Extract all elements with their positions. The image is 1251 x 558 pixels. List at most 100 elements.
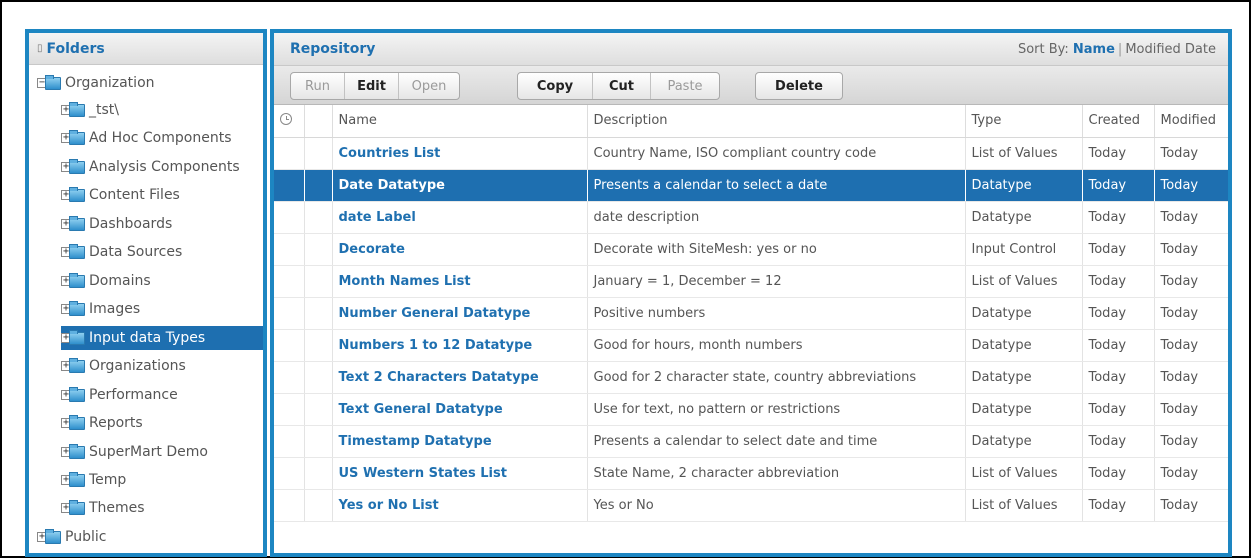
table-row[interactable]: Text General Datatype Use for text, no pa… [274, 393, 1228, 426]
icon-cell [304, 233, 333, 266]
modified-cell: Today [1154, 457, 1228, 490]
delete-group: Delete [755, 72, 843, 100]
sort-by-control: Sort By: Name | Modified Date [1018, 42, 1216, 57]
folder-node[interactable]: − Organization [37, 71, 155, 95]
name-cell[interactable]: Timestamp Datatype [332, 425, 588, 458]
table-row[interactable]: Yes or No List Yes or No List of Values Tod… [274, 489, 1228, 522]
folder-icon: + [61, 186, 85, 203]
modified-cell: Today [1154, 201, 1228, 234]
table-row[interactable]: US Western States List State Name, 2 char… [274, 457, 1228, 490]
table-row[interactable]: date Label date description Datatype Today T… [274, 201, 1228, 234]
name-cell[interactable]: Text General Datatype [332, 393, 588, 426]
panel-pin-icon[interactable]: ▯ [37, 43, 43, 54]
name-cell[interactable]: Month Names List [332, 265, 588, 298]
delete-button[interactable]: Delete [756, 73, 842, 99]
folder-node[interactable]: + Domains [61, 269, 151, 293]
folder-node[interactable]: + Input data Types [61, 326, 263, 350]
name-cell[interactable]: US Western States List [332, 457, 588, 490]
name-cell[interactable]: date Label [332, 201, 588, 234]
modified-cell: Today [1154, 425, 1228, 458]
cut-button[interactable]: Cut [593, 73, 651, 99]
modified-column-header[interactable]: Modified [1154, 105, 1228, 138]
repository-panel: Repository Sort By: Name | Modified Date R… [270, 29, 1232, 557]
folder-node[interactable]: + Public [37, 525, 106, 549]
repository-toolbar: Run Edit Open Copy Cut Paste Delete [274, 65, 1228, 105]
table-row[interactable]: Date Datatype Presents a calendar to sele… [274, 169, 1228, 202]
name-cell[interactable]: Decorate [332, 233, 588, 266]
folder-node[interactable]: + Organizations [61, 354, 186, 378]
table-row[interactable]: Text 2 Characters Datatype Good for 2 cha… [274, 361, 1228, 394]
folder-icon: + [61, 386, 85, 403]
schedule-cell [274, 457, 305, 490]
icon-cell [304, 489, 333, 522]
folder-node[interactable]: + Temp [61, 468, 126, 492]
description-cell: Decorate with SiteMesh: yes or no [587, 233, 966, 266]
name-cell[interactable]: Date Datatype [332, 169, 588, 202]
icon-cell [304, 361, 333, 394]
folder-node[interactable]: + Images [61, 297, 140, 321]
table-row[interactable]: Month Names List January = 1, December = … [274, 265, 1228, 298]
table-row[interactable]: Number General Datatype Positive numbers D… [274, 297, 1228, 330]
folder-label: Analysis Components [89, 159, 240, 175]
name-cell[interactable]: Countries List [332, 137, 588, 170]
folder-node[interactable]: + Analysis Components [61, 155, 240, 179]
folder-node[interactable]: + SuperMart Demo [61, 440, 208, 464]
folder-label: Images [89, 301, 141, 317]
schedule-cell [274, 265, 305, 298]
table-row[interactable]: Numbers 1 to 12 Datatype Good for hours, … [274, 329, 1228, 362]
folder-node[interactable]: + Reports [61, 411, 143, 435]
type-cell: Datatype [965, 393, 1083, 426]
schedule-cell [274, 329, 305, 362]
description-cell: January = 1, December = 12 [587, 265, 966, 298]
folder-node[interactable]: + _tst\ [61, 98, 119, 122]
run-button[interactable]: Run [291, 73, 345, 99]
description-cell: Presents a calendar to select date and t… [587, 425, 966, 458]
sort-by-name[interactable]: Name [1073, 42, 1115, 57]
description-cell: Good for 2 character state, country abbr… [587, 361, 966, 394]
created-cell: Today [1082, 361, 1155, 394]
folder-node[interactable]: + Dashboards [61, 212, 172, 236]
name-cell[interactable]: Yes or No List [332, 489, 588, 522]
folder-node[interactable]: + Content Files [61, 183, 180, 207]
table-row[interactable]: Countries List Country Name, ISO complian… [274, 137, 1228, 170]
name-cell[interactable]: Numbers 1 to 12 Datatype [332, 329, 588, 362]
created-cell: Today [1082, 393, 1155, 426]
open-button[interactable]: Open [399, 73, 459, 99]
folder-icon: + [37, 528, 61, 545]
description-column-header[interactable]: Description [587, 105, 966, 138]
type-cell: Input Control [965, 233, 1083, 266]
schedule-column-header[interactable] [274, 105, 305, 138]
folder-node[interactable]: + Data Sources [61, 240, 182, 264]
name-cell[interactable]: Number General Datatype [332, 297, 588, 330]
edit-button[interactable]: Edit [345, 73, 399, 99]
folder-icon: + [61, 215, 85, 232]
folder-node[interactable]: + Performance [61, 383, 178, 407]
icon-cell [304, 297, 333, 330]
table-row[interactable]: Timestamp Datatype Presents a calendar to… [274, 425, 1228, 458]
modified-cell: Today [1154, 297, 1228, 330]
table-row[interactable]: Decorate Decorate with SiteMesh: yes or n… [274, 233, 1228, 266]
type-cell: Datatype [965, 361, 1083, 394]
clock-icon [280, 112, 292, 125]
sort-by-modified-date[interactable]: Modified Date [1125, 42, 1216, 57]
app-frame: ▯ Folders − Organization + _tst\ + Ad Hoc Com… [0, 0, 1251, 558]
folder-icon: + [61, 300, 85, 317]
description-cell: Yes or No [587, 489, 966, 522]
folder-node[interactable]: + Ad Hoc Components [61, 126, 231, 150]
repository-title: Repository [290, 41, 376, 57]
folder-icon: + [61, 499, 85, 516]
folder-label: Dashboards [89, 216, 173, 232]
icon-cell [304, 201, 333, 234]
description-cell: Presents a calendar to select a date [587, 169, 966, 202]
folder-label: Performance [89, 387, 178, 403]
folder-node[interactable]: + Themes [61, 496, 145, 520]
created-column-header[interactable]: Created [1082, 105, 1155, 138]
copy-button[interactable]: Copy [518, 73, 593, 99]
paste-button[interactable]: Paste [651, 73, 719, 99]
modified-cell: Today [1154, 265, 1228, 298]
name-cell[interactable]: Text 2 Characters Datatype [332, 361, 588, 394]
folder-icon: + [61, 129, 85, 146]
type-column-header[interactable]: Type [965, 105, 1083, 138]
description-cell: Good for hours, month numbers [587, 329, 966, 362]
name-column-header[interactable]: Name [332, 105, 588, 138]
